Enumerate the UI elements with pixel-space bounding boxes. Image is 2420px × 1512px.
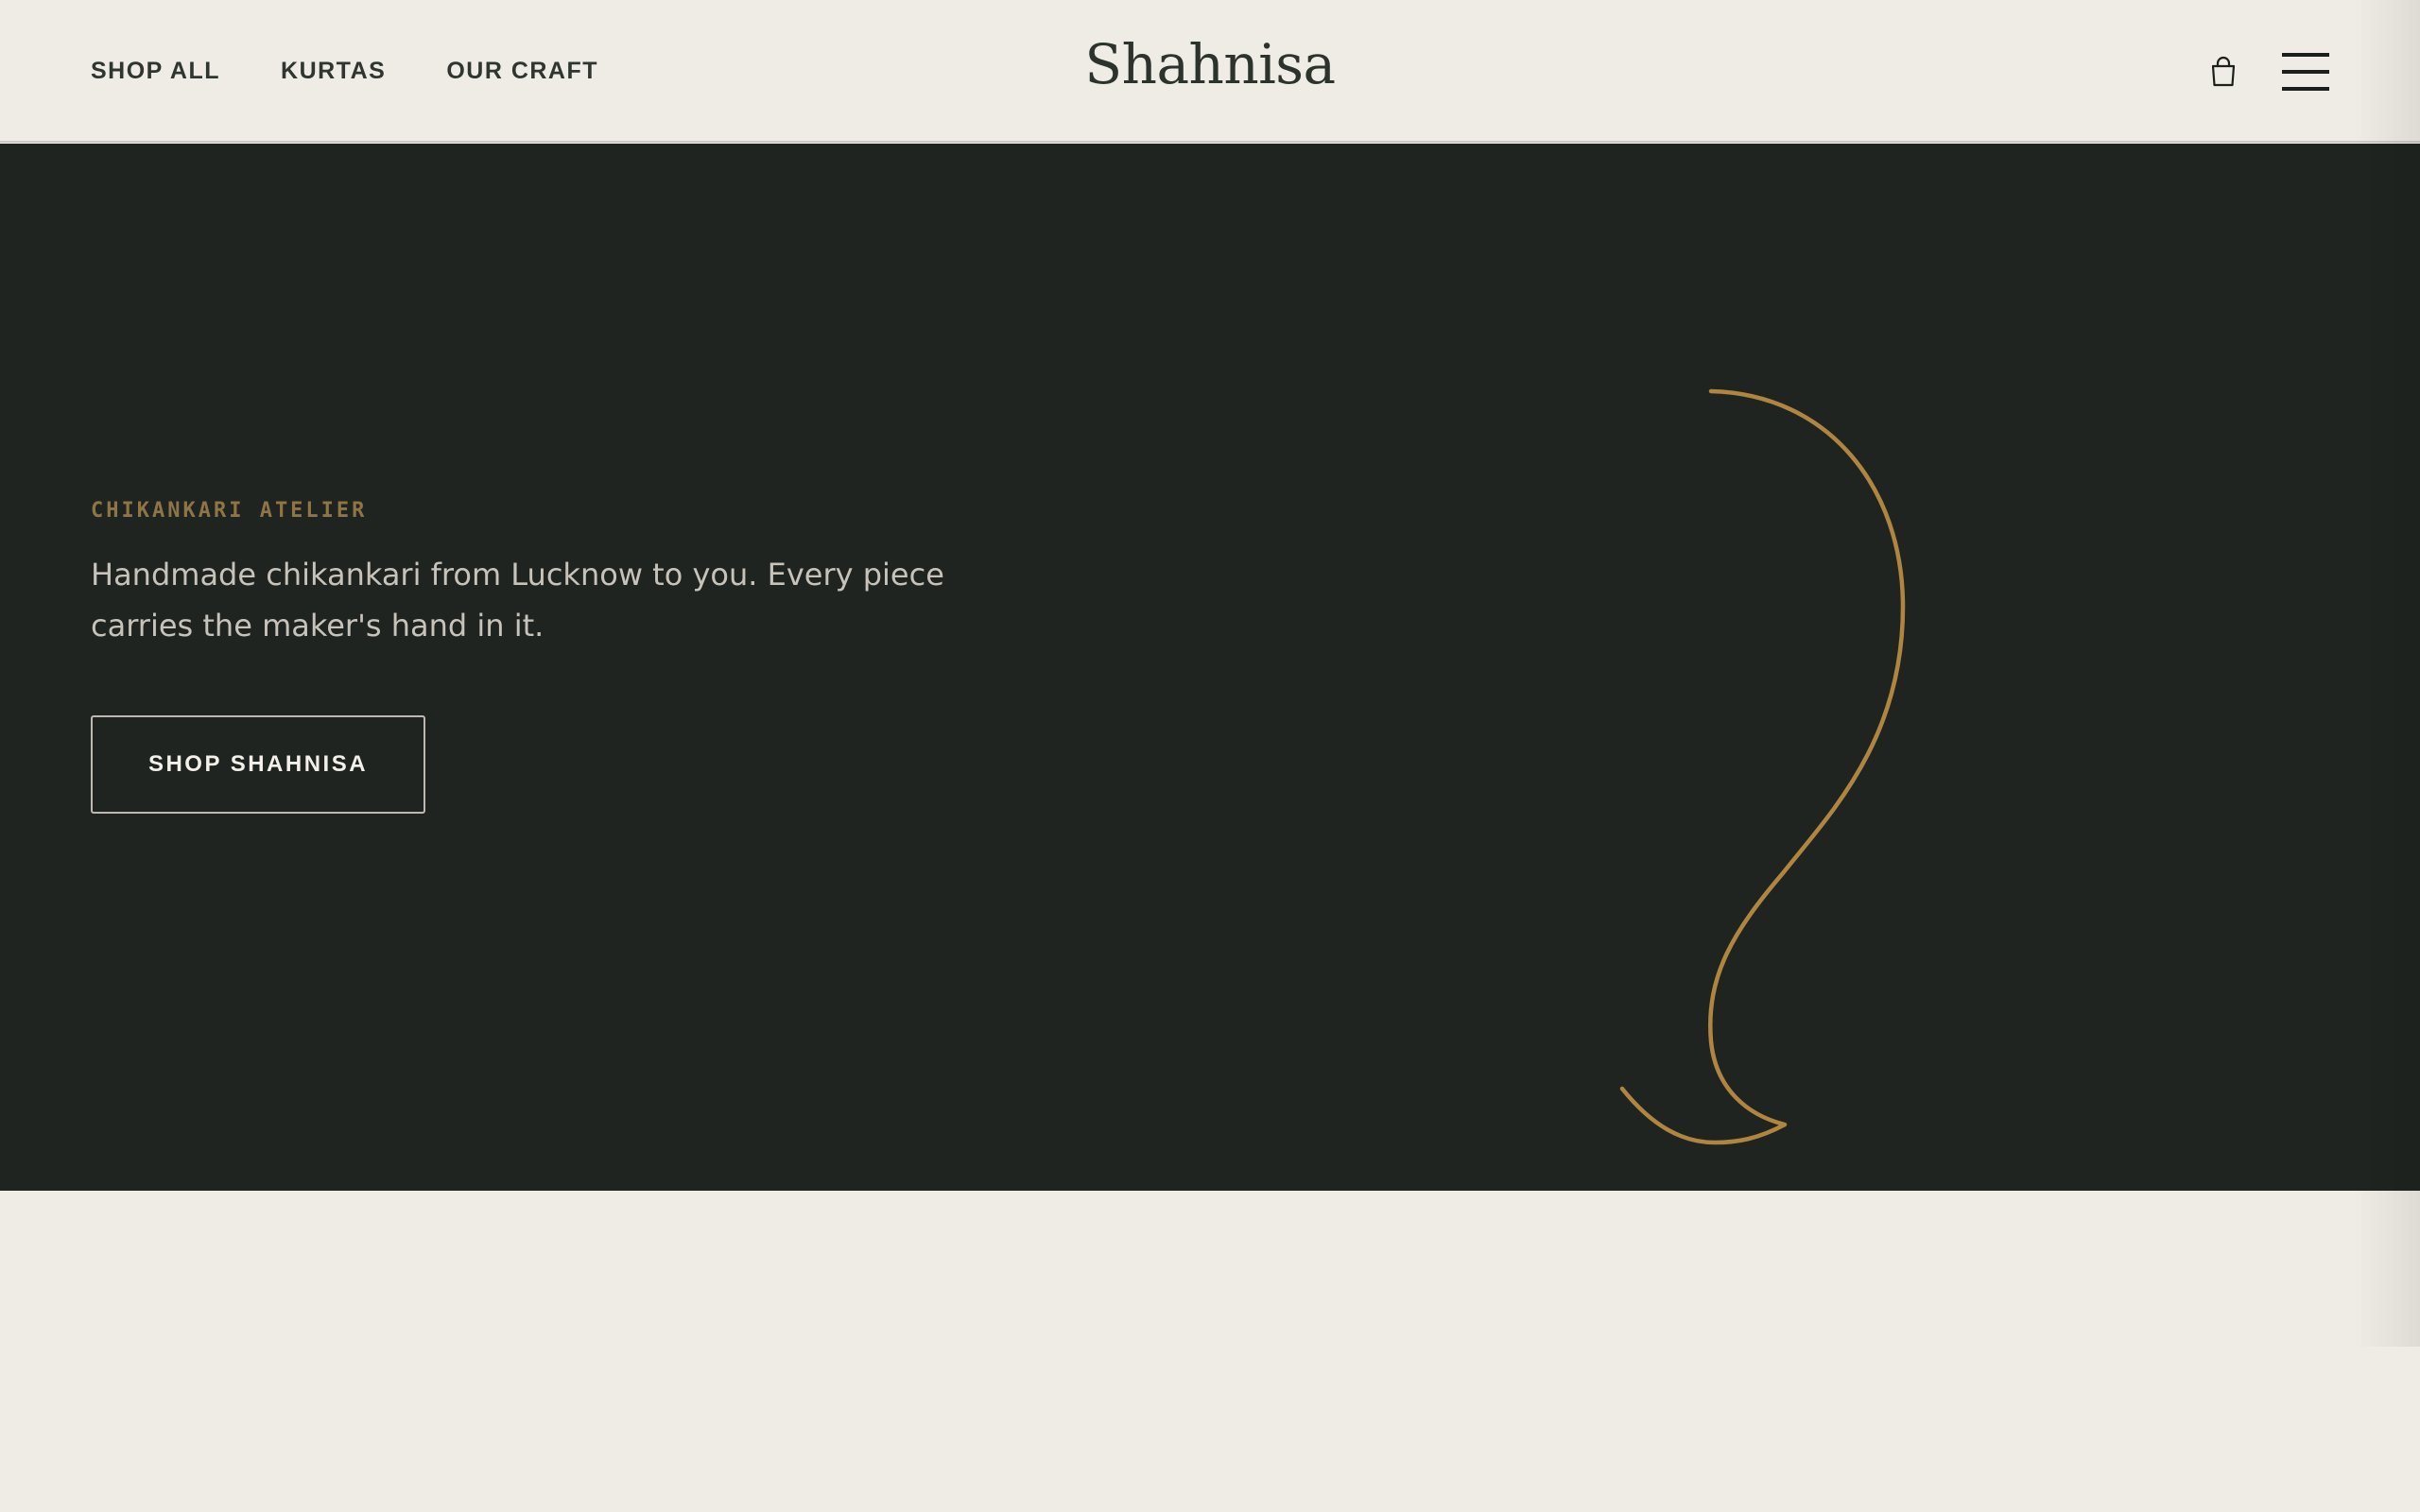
nav-link-kurtas[interactable]: KURTAS	[281, 58, 386, 85]
hero-section: CHIKANKARI ATELIER Handmade chikankari f…	[0, 144, 2420, 1191]
hero-tagline: Handmade chikankari from Lucknow to you.…	[91, 557, 944, 644]
nav-link-shop-all[interactable]: SHOP ALL	[91, 58, 220, 85]
menu-button[interactable]	[2282, 52, 2329, 91]
page: SHOP ALL KURTAS OUR CRAFT Shahnisa CHIKA…	[0, 0, 2420, 1512]
nav-link-our-craft[interactable]: OUR CRAFT	[446, 58, 598, 85]
hero-content: CHIKANKARI ATELIER Handmade chikankari f…	[91, 499, 1036, 814]
hamburger-menu-icon-bar	[2282, 69, 2329, 74]
shopping-bag-icon	[2211, 56, 2236, 86]
hero-eyebrow: CHIKANKARI ATELIER	[91, 499, 368, 523]
brand-logo[interactable]: Shahnisa	[1084, 32, 1336, 96]
header-actions	[2203, 0, 2329, 143]
lower-section	[0, 1191, 2420, 1512]
hamburger-menu-icon	[2282, 52, 2329, 57]
hamburger-menu-icon-bar	[2282, 86, 2329, 91]
cart-button[interactable]	[2203, 51, 2244, 93]
main-nav: SHOP ALL KURTAS OUR CRAFT	[91, 0, 659, 143]
site-header: SHOP ALL KURTAS OUR CRAFT Shahnisa	[0, 0, 2420, 143]
paisley-flourish-icon	[1619, 388, 1906, 1145]
shop-shahnisa-button[interactable]: SHOP SHAHNISA	[91, 715, 425, 814]
